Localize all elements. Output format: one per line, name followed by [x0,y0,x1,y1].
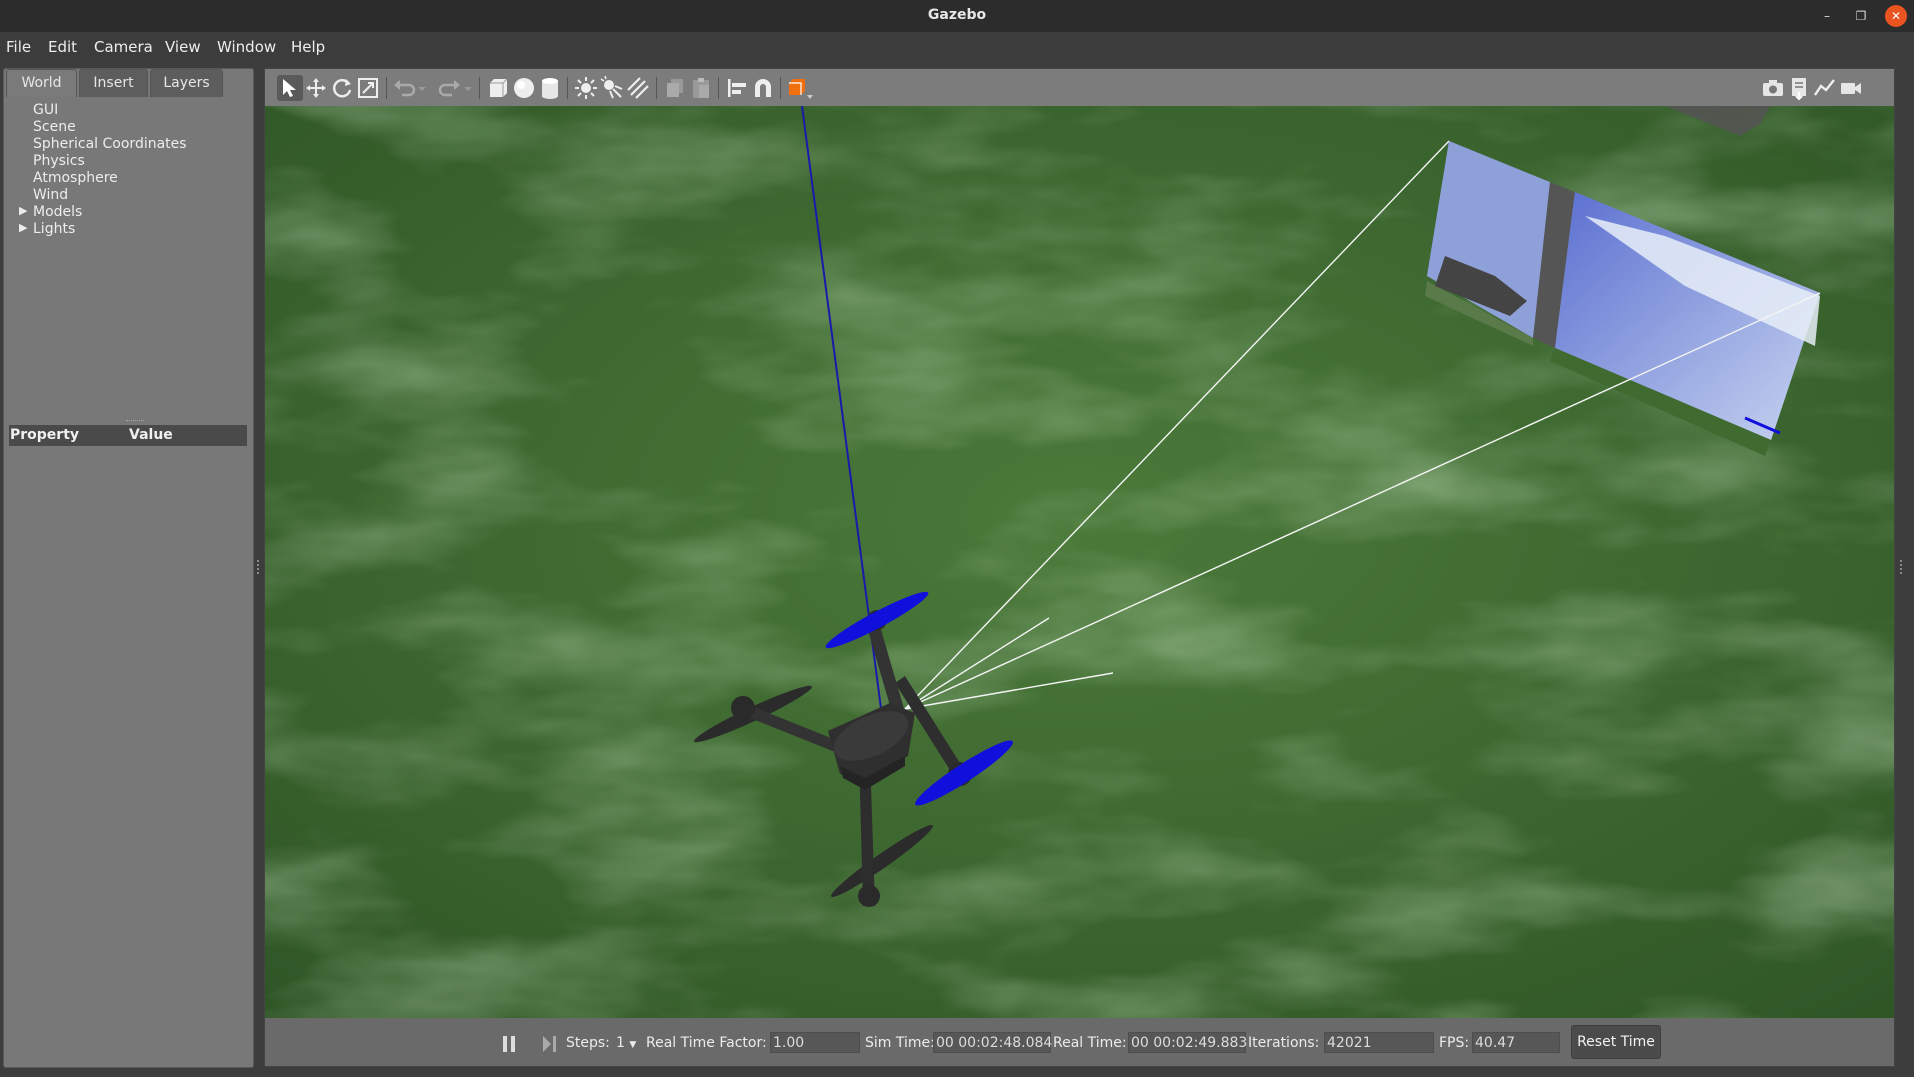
menu-window[interactable]: Window [217,38,276,56]
cylinder-icon[interactable] [537,75,563,101]
rtf-field: 1.00 [770,1032,860,1053]
change-view-icon[interactable] [785,75,817,101]
log-icon[interactable] [1786,75,1812,101]
panel-splitter-handle[interactable] [126,420,144,422]
box-icon[interactable] [485,75,511,101]
toolbar-separator [718,77,719,99]
steps-spinbox[interactable]: 1 ▼ [616,1035,636,1051]
record-video-icon[interactable] [1838,75,1864,101]
paste-icon[interactable] [688,75,714,101]
sphere-icon[interactable] [511,75,537,101]
real-time-field: 00 00:02:49.883 [1128,1032,1247,1053]
iterations-label: Iterations: [1248,1035,1320,1051]
minimize-icon[interactable]: – [1816,5,1838,27]
align-icon[interactable] [724,75,750,101]
menu-help[interactable]: Help [291,38,325,56]
title-bar: Gazebo – ❐ ✕ [0,0,1914,32]
point-light-icon[interactable] [573,75,599,101]
rotate-mode-icon[interactable] [329,75,355,101]
redo-history-icon[interactable] [461,75,475,101]
status-bar: Steps: 1 ▼ Real Time Factor: 1.00 Sim Ti… [265,1018,1894,1066]
snap-icon[interactable] [750,75,776,101]
sim-time-field: 00 00:02:48.084 [933,1032,1052,1053]
iterations-field: 42021 [1324,1032,1434,1053]
reset-time-button[interactable]: Reset Time [1571,1025,1661,1059]
toolbar-separator [656,77,657,99]
select-mode-icon[interactable] [277,75,303,101]
fps-label: FPS: [1439,1035,1470,1051]
expand-arrow-icon[interactable]: ▶ [19,221,27,234]
window-title: Gazebo [927,7,987,23]
scene-toolbar [265,69,1894,106]
steps-label: Steps: [566,1035,610,1051]
directional-light-icon[interactable] [625,75,651,101]
property-column-header: Property [10,427,80,443]
tab-insert[interactable]: Insert [79,69,148,97]
toolbar-separator [479,77,480,99]
expand-arrow-icon[interactable]: ▶ [19,204,27,217]
translate-mode-icon[interactable] [303,75,329,101]
screenshot-icon[interactable] [1760,75,1786,101]
menu-camera[interactable]: Camera [94,38,153,56]
real-time-label: Real Time: [1053,1035,1127,1051]
menu-view[interactable]: View [165,38,201,56]
right-splitter-handle[interactable] [1900,560,1902,574]
toolbar-separator [386,77,387,99]
undo-icon[interactable] [391,75,417,101]
toolbar-separator [567,77,568,99]
menu-bar: File Edit Camera View Window Help [0,32,1914,62]
steps-value: 1 [616,1035,625,1051]
rtf-label: Real Time Factor: [646,1035,767,1051]
menu-file[interactable]: File [6,38,31,56]
maximize-icon[interactable]: ❐ [1850,5,1872,27]
sim-time-label: Sim Time: [865,1035,935,1051]
close-icon[interactable]: ✕ [1885,5,1907,27]
property-table-header: Property Value [9,425,247,446]
toolbar-separator [780,77,781,99]
fps-field: 40.47 [1472,1032,1560,1053]
chevron-down-icon[interactable]: ▼ [629,1040,636,1050]
3d-viewport[interactable] [265,106,1894,1018]
step-icon[interactable] [541,1035,557,1057]
tab-layers[interactable]: Layers [150,69,223,97]
left-splitter-handle[interactable] [257,560,259,574]
plot-icon[interactable] [1812,75,1838,101]
undo-history-icon[interactable] [415,75,429,101]
copy-icon[interactable] [662,75,688,101]
spot-light-icon[interactable] [599,75,625,101]
menu-edit[interactable]: Edit [48,38,77,56]
redo-icon[interactable] [437,75,463,101]
tab-world[interactable]: World [6,69,77,97]
scene-render [265,106,1894,1018]
scale-mode-icon[interactable] [355,75,381,101]
value-column-header: Value [129,427,173,443]
pause-icon[interactable] [501,1035,517,1057]
